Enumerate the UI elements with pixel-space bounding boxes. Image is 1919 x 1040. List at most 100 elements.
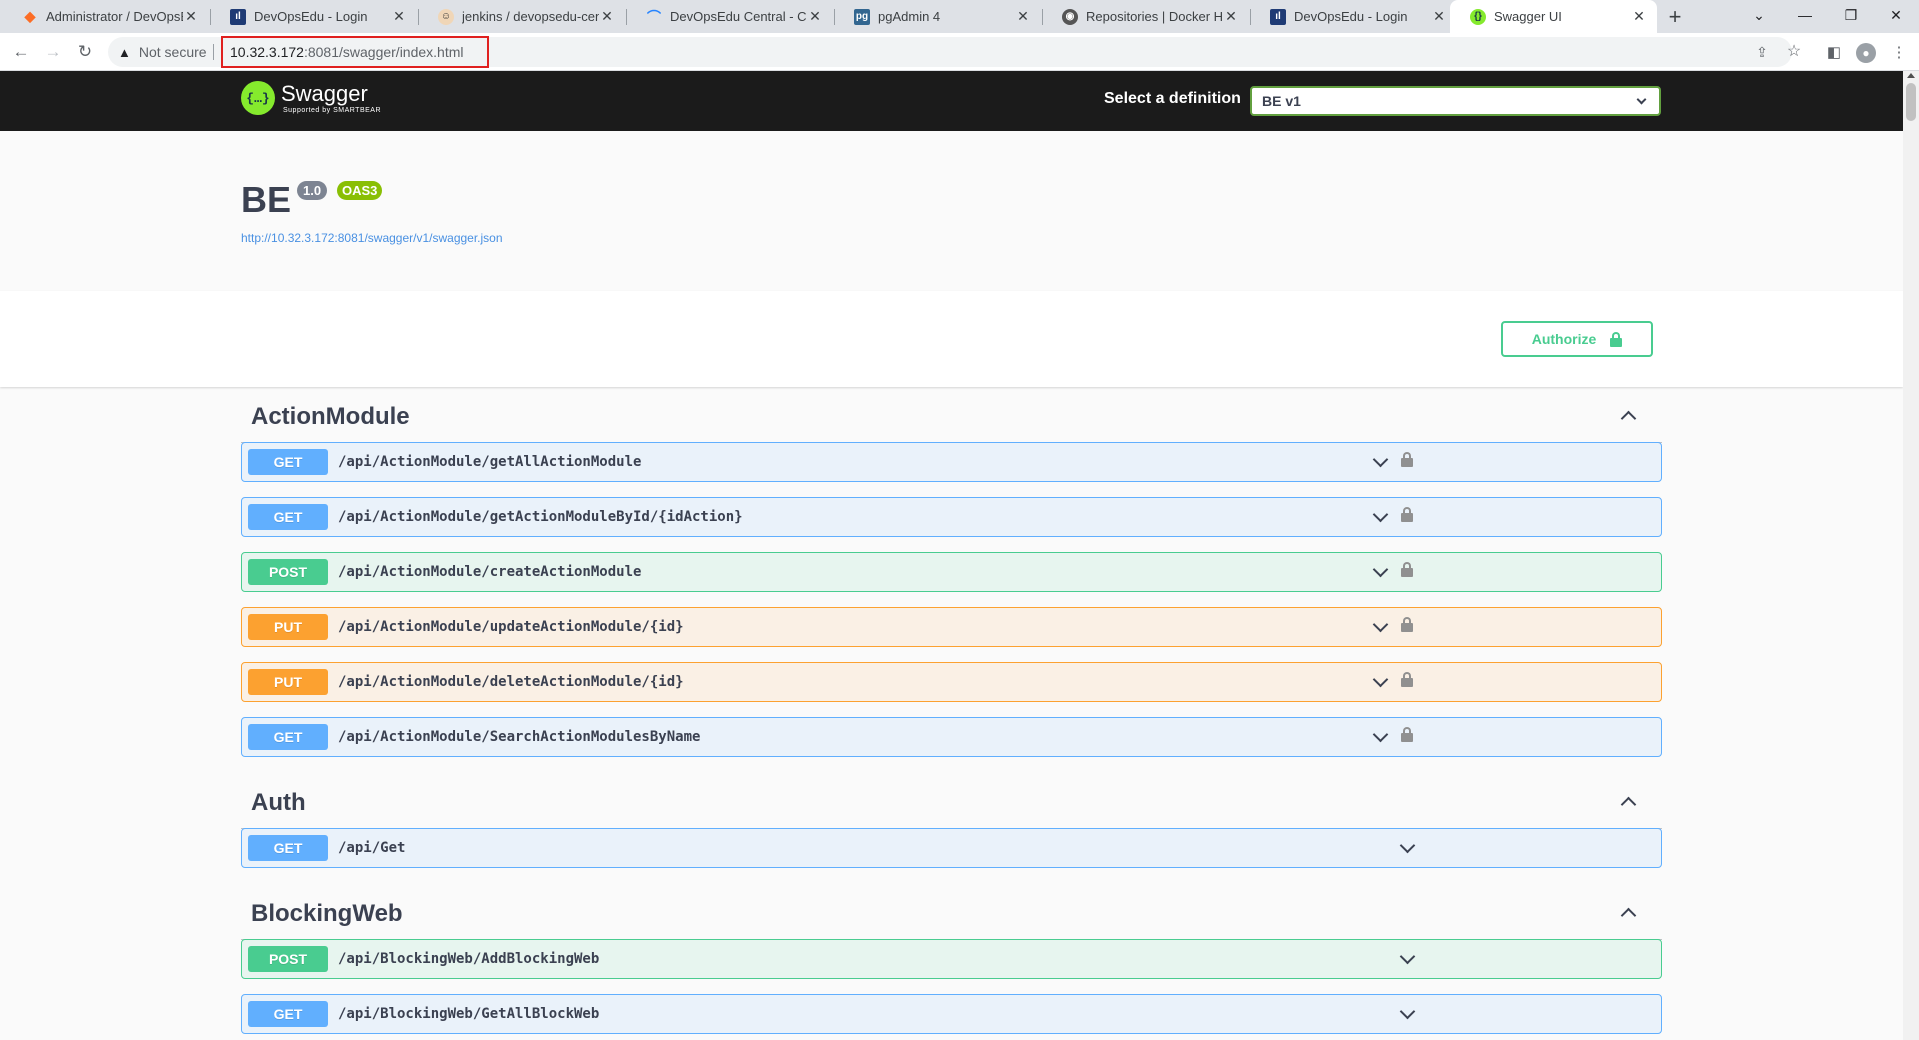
- tag-section-header[interactable]: BlockingWeb: [241, 884, 1662, 940]
- operation-row[interactable]: PUT/api/ActionModule/deleteActionModule/…: [241, 662, 1662, 702]
- close-icon[interactable]: ✕: [1631, 8, 1647, 25]
- chevron-down-icon[interactable]: [1399, 948, 1416, 965]
- chevron-down-icon[interactable]: [1399, 1003, 1416, 1020]
- api-info: BE 1.0 OAS3 http://10.32.3.172:8081/swag…: [0, 131, 1903, 291]
- close-icon[interactable]: ✕: [1431, 8, 1447, 25]
- lock-icon[interactable]: [1401, 617, 1413, 632]
- spec-url-link[interactable]: http://10.32.3.172:8081/swagger/v1/swagg…: [241, 231, 503, 245]
- definition-selected: BE v1: [1262, 93, 1301, 109]
- tag-section-header[interactable]: ActionModule: [241, 387, 1662, 443]
- tag-section-actionmodule: ActionModule GET/api/ActionModule/getAllA…: [241, 387, 1662, 757]
- back-icon[interactable]: ←: [10, 42, 32, 62]
- lock-icon[interactable]: [1401, 452, 1413, 467]
- authorize-button[interactable]: Authorize: [1501, 321, 1653, 357]
- browser-toolbar: ← → ↻ ▲ Not secure 10.32.3.172:8081/swag…: [0, 33, 1919, 71]
- operation-path: /api/ActionModule/updateActionModule/{id…: [338, 619, 684, 635]
- address-bar[interactable]: ▲ Not secure 10.32.3.172:8081/swagger/in…: [108, 36, 1801, 68]
- jenkins-icon: ☺: [438, 8, 454, 25]
- tab-pgadmin[interactable]: pg pgAdmin 4 ✕: [834, 0, 1041, 33]
- tab-title: DevOpsEdu - Login: [1294, 9, 1408, 24]
- scroll-thumb[interactable]: [1906, 83, 1916, 121]
- tag-title: BlockingWeb: [251, 900, 403, 927]
- operation-row[interactable]: GET/api/Get: [241, 828, 1662, 868]
- restore-icon[interactable]: ❐: [1828, 0, 1874, 30]
- docker-icon: ◉: [1062, 8, 1078, 25]
- scroll-up-arrow-icon[interactable]: [1907, 73, 1915, 78]
- auth-wrapper: Authorize: [0, 291, 1903, 387]
- close-icon[interactable]: ✕: [1015, 8, 1031, 25]
- security-label: Not secure: [138, 44, 207, 60]
- chevron-up-icon[interactable]: [1620, 410, 1637, 427]
- chevron-down-icon[interactable]: [1372, 671, 1389, 688]
- share-icon[interactable]: ⇪: [1753, 43, 1771, 61]
- chevron-down-icon: [1636, 94, 1647, 105]
- tab-code[interactable]: ⌒ DevOpsEdu Central - Code ✕: [626, 0, 833, 33]
- operation-row[interactable]: PUT/api/ActionModule/updateActionModule/…: [241, 607, 1662, 647]
- operation-path: /api/Get: [338, 840, 406, 856]
- method-badge: GET: [248, 724, 328, 750]
- method-badge: GET: [248, 504, 328, 530]
- profile-avatar-icon[interactable]: ●: [1856, 43, 1876, 63]
- operation-row[interactable]: GET/api/ActionModule/getAllActionModule: [241, 442, 1662, 482]
- minimize-icon[interactable]: —: [1782, 0, 1828, 30]
- close-icon[interactable]: ✕: [807, 8, 823, 25]
- tab-swagger-ui[interactable]: {} Swagger UI ✕: [1450, 0, 1657, 33]
- chevron-down-icon[interactable]: [1372, 506, 1389, 523]
- chevron-down-icon[interactable]: [1372, 561, 1389, 578]
- side-panel-icon[interactable]: ◧: [1823, 41, 1845, 63]
- chevron-down-icon[interactable]: [1399, 837, 1416, 854]
- tab-search-icon[interactable]: ⌄: [1736, 0, 1782, 30]
- method-badge: PUT: [248, 669, 328, 695]
- operation-row[interactable]: POST/api/ActionModule/createActionModule: [241, 552, 1662, 592]
- tag-section-auth: Auth GET/api/Get: [241, 773, 1662, 868]
- tag-section-blockingweb: BlockingWeb POST/api/BlockingWeb/AddBlock…: [241, 884, 1662, 1034]
- forward-icon[interactable]: →: [42, 42, 64, 62]
- operation-row[interactable]: GET/api/BlockingWeb/GetAllBlockWeb: [241, 994, 1662, 1034]
- operation-row[interactable]: POST/api/BlockingWeb/AddBlockingWeb: [241, 939, 1662, 979]
- definition-select[interactable]: BE v1: [1250, 86, 1661, 116]
- lock-icon[interactable]: [1401, 507, 1413, 522]
- url-path: :8081/swagger/index.html: [303, 44, 464, 60]
- scrollbar[interactable]: [1903, 71, 1919, 1040]
- lock-icon[interactable]: [1401, 727, 1413, 742]
- operation-row[interactable]: GET/api/ActionModule/getActionModuleById…: [241, 497, 1662, 537]
- tab-gitlab[interactable]: ◆ Administrator / DevOpsEdu ✕: [2, 0, 209, 33]
- tab-devopsedu-login[interactable]: ıl DevOpsEdu - Login ✕: [210, 0, 417, 33]
- lock-icon[interactable]: [1401, 672, 1413, 687]
- method-badge: GET: [248, 1001, 328, 1027]
- tab-title: Administrator / DevOpsEdu: [46, 9, 183, 24]
- operation-path: /api/BlockingWeb/AddBlockingWeb: [338, 951, 600, 967]
- tab-dockerhub[interactable]: ◉ Repositories | Docker Hub ✕: [1042, 0, 1249, 33]
- operation-path: /api/ActionModule/getAllActionModule: [338, 454, 642, 470]
- close-icon[interactable]: ✕: [599, 8, 615, 25]
- new-tab-button[interactable]: +: [1661, 0, 1689, 33]
- sourcetree-icon: ⌒: [647, 8, 661, 25]
- operation-row[interactable]: GET/api/ActionModule/SearchActionModules…: [241, 717, 1662, 757]
- window-close-icon[interactable]: ✕: [1873, 0, 1919, 30]
- tab-title: Repositories | Docker Hub: [1086, 9, 1223, 24]
- lock-icon[interactable]: [1401, 562, 1413, 577]
- tab-title: DevOpsEdu - Login: [254, 9, 368, 24]
- chevron-down-icon[interactable]: [1372, 726, 1389, 743]
- chevron-down-icon[interactable]: [1372, 616, 1389, 633]
- reload-icon[interactable]: ↻: [74, 42, 96, 62]
- definition-label: Select a definition: [1104, 90, 1241, 107]
- tab-jenkins[interactable]: ☺ jenkins / devopsedu-central ✕: [418, 0, 625, 33]
- chevron-up-icon[interactable]: [1620, 907, 1637, 924]
- tag-section-header[interactable]: Auth: [241, 773, 1662, 829]
- pgadmin-icon: pg: [854, 8, 870, 25]
- operation-path: /api/BlockingWeb/GetAllBlockWeb: [338, 1006, 600, 1022]
- bookmark-star-icon[interactable]: ☆: [1785, 42, 1803, 60]
- swagger-logo[interactable]: {…} Swagger Supported by SMARTBEAR: [241, 81, 381, 115]
- chevron-down-icon[interactable]: [1372, 451, 1389, 468]
- swagger-logo-icon: {…}: [241, 81, 275, 115]
- tab-devopsedu-login-2[interactable]: ıl DevOpsEdu - Login ✕: [1250, 0, 1457, 33]
- tab-title: DevOpsEdu Central - Code: [670, 9, 807, 24]
- close-icon[interactable]: ✕: [1223, 8, 1239, 25]
- close-icon[interactable]: ✕: [391, 8, 407, 25]
- chevron-up-icon[interactable]: [1620, 796, 1637, 813]
- security-indicator[interactable]: ▲ Not secure: [118, 44, 207, 60]
- url-text[interactable]: 10.32.3.172:8081/swagger/index.html: [221, 36, 489, 68]
- menu-kebab-icon[interactable]: ⋮: [1888, 41, 1910, 63]
- close-icon[interactable]: ✕: [183, 8, 199, 25]
